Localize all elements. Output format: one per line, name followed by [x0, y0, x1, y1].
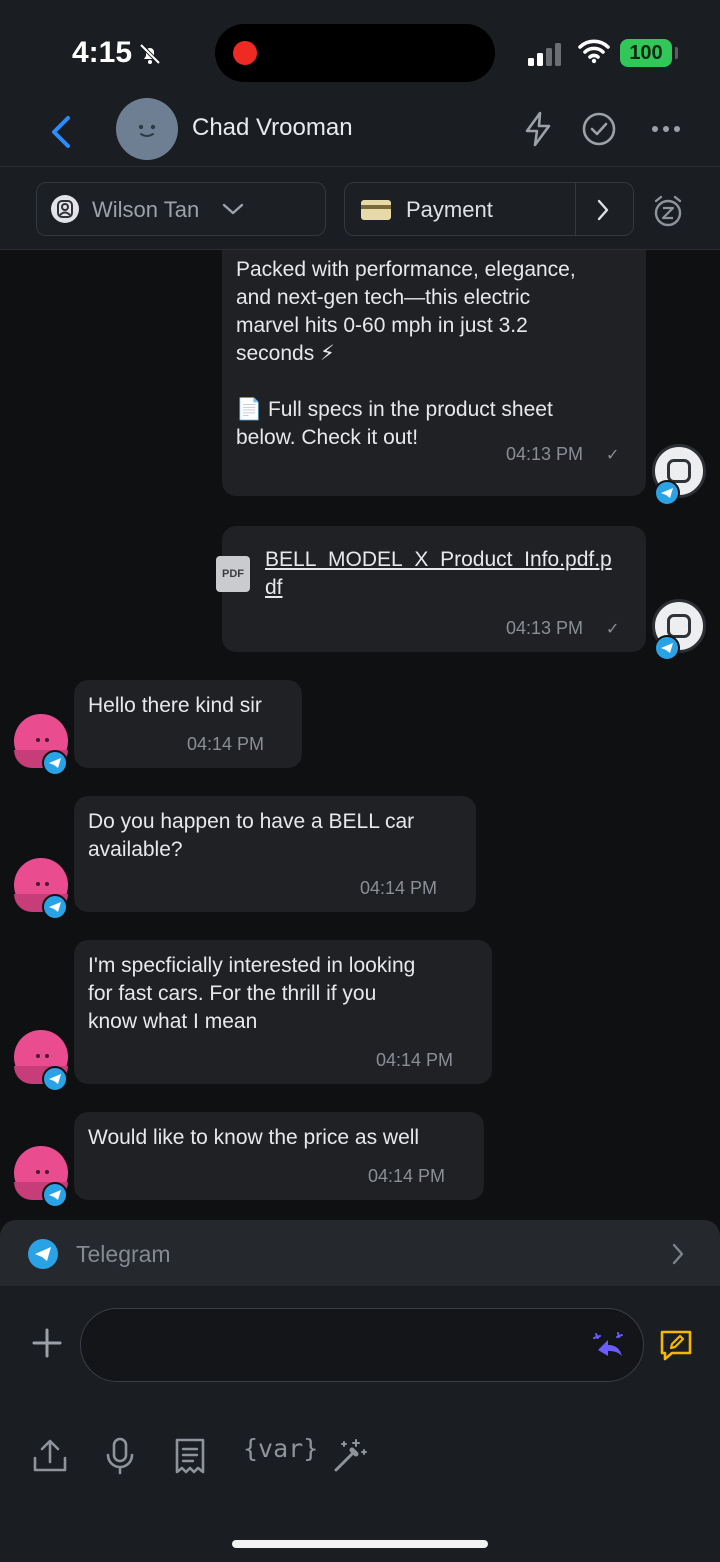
outgoing-file-message[interactable]: PDF BELL_MODEL_X_Product_Info.pdf.p df 0… [216, 526, 646, 652]
recording-icon [233, 41, 257, 65]
ai-assist-icon[interactable] [592, 1330, 626, 1362]
incoming-message[interactable]: Would like to know the price as well 04:… [74, 1112, 484, 1200]
status-time: 4:15 [72, 36, 133, 69]
chevron-right-icon [672, 1243, 684, 1265]
contact-name[interactable]: Chad Vrooman [192, 114, 353, 142]
upload-icon[interactable] [30, 1436, 70, 1476]
chevron-down-icon [222, 203, 244, 215]
variable-button[interactable]: {var} [243, 1434, 318, 1463]
sent-check-icon: ✓ [606, 621, 620, 638]
chevron-right-icon[interactable] [595, 198, 611, 222]
payment-button[interactable]: Payment [344, 182, 634, 236]
home-indicator [232, 1540, 488, 1548]
message-text: Do you happen to have a BELL car availab… [88, 810, 415, 861]
message-input[interactable] [80, 1308, 644, 1382]
telegram-badge-icon [42, 1182, 68, 1208]
plus-icon[interactable] [30, 1326, 64, 1360]
template-icon[interactable] [170, 1436, 210, 1476]
telegram-badge-icon [42, 894, 68, 920]
assignee-name: Wilson Tan [92, 197, 200, 222]
assignee-dropdown[interactable]: Wilson Tan [36, 182, 326, 236]
dynamic-island [215, 24, 495, 82]
payment-label: Payment [406, 197, 493, 222]
assignee-avatar-icon [51, 195, 79, 223]
telegram-badge-icon [42, 1066, 68, 1092]
message-time: 04:14 PM [368, 1166, 446, 1186]
message-text: I'm specficially interested in looking f… [88, 954, 416, 1033]
credit-card-icon [361, 200, 391, 220]
pdf-file-icon: PDF [216, 556, 250, 592]
cellular-signal-icon [528, 43, 561, 66]
battery-indicator: 100 [620, 39, 672, 67]
battery-tip [675, 47, 678, 59]
status-bar: 4:15 100 [0, 0, 720, 100]
message-time: 04:14 PM [360, 878, 438, 898]
pdf-file-link-wrap[interactable]: df [265, 574, 283, 602]
conversation-context-bar: Wilson Tan Payment [0, 166, 720, 250]
magic-wand-icon[interactable] [330, 1436, 370, 1476]
pdf-file-link[interactable]: BELL_MODEL_X_Product_Info.pdf.p [265, 546, 612, 574]
message-time: 04:14 PM [187, 734, 265, 754]
back-button[interactable] [44, 112, 80, 152]
sent-check-icon: ✓ [606, 447, 620, 464]
wifi-icon [578, 39, 610, 64]
incoming-message[interactable]: I'm specficially interested in looking f… [74, 940, 492, 1084]
avatar-face-icon [138, 124, 156, 137]
lightning-icon[interactable] [519, 110, 557, 148]
outgoing-message[interactable]: Packed with performance, elegance, and n… [222, 250, 646, 496]
message-time: 04:13 PM [506, 618, 584, 638]
message-text: Hello there kind sir [88, 694, 262, 717]
private-note-icon[interactable] [657, 1326, 695, 1364]
snooze-timer-icon[interactable] [652, 195, 684, 227]
telegram-badge-icon [42, 750, 68, 776]
incoming-message[interactable]: Do you happen to have a BELL car availab… [74, 796, 476, 912]
incoming-message[interactable]: Hello there kind sir 04:14 PM [74, 680, 302, 768]
channel-name: Telegram [76, 1241, 171, 1267]
message-list[interactable]: Packed with performance, elegance, and n… [0, 250, 720, 1220]
resolve-check-icon[interactable] [580, 110, 618, 148]
chat-header: Chad Vrooman [0, 98, 720, 166]
message-time: 04:14 PM [376, 1050, 454, 1070]
telegram-badge-icon [654, 480, 680, 506]
divider [575, 183, 576, 235]
contact-avatar[interactable] [116, 98, 178, 160]
microphone-icon[interactable] [100, 1436, 140, 1476]
message-text: Would like to know the price as well [88, 1126, 420, 1149]
more-options-icon[interactable] [647, 110, 685, 148]
channel-selector[interactable]: Telegram [0, 1220, 720, 1286]
message-text: Packed with performance, elegance, and n… [236, 258, 576, 449]
bell-off-icon [139, 43, 161, 65]
message-time: 04:13 PM [506, 444, 584, 464]
telegram-badge-icon [654, 635, 680, 661]
telegram-icon [28, 1239, 58, 1269]
message-composer: {var} [0, 1286, 720, 1562]
